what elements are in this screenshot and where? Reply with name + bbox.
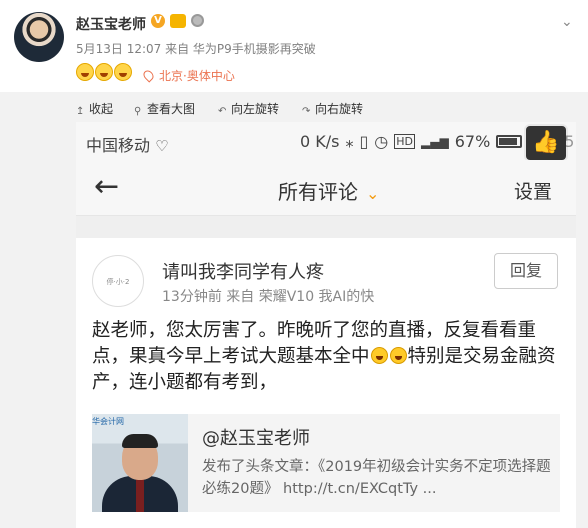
phone-status-bar: 中国移动 ♡ 0 K/s ⁎ ▯ ◷ HD ▂▄▆ 67% 12:15 👍 [76,122,576,162]
author-avatar[interactable] [14,12,64,62]
rotate-left-label: 向左旋转 [231,102,280,116]
medal-icon[interactable] [191,14,204,27]
network-speed: 0 K/s [300,132,340,151]
chevron-down-icon[interactable]: ⌄ [561,14,573,30]
signal-icon: ▂▄▆ [421,134,449,149]
comment-card: 停·小·2 请叫我李同学有人疼 13分钟前 来自 荣耀V10 我AI的快 回复 … [76,238,576,528]
rotate-right-icon: ↷ [302,106,311,117]
battery-icon [496,135,523,148]
carrier: 中国移动 ♡ [86,132,169,156]
battery-percent: 67% [454,132,491,151]
article-thumbnail: 华会计网 [92,414,188,512]
vibrate-icon: ▯ [359,132,369,151]
vip-crown-icon[interactable] [170,14,186,28]
view-large-label: 查看大图 [147,102,196,116]
location-label: 北京·奥体中心 [159,69,235,83]
post-meta: 5月13日 12:07 来自 华为P9手机摄影再突破 [76,42,316,56]
portrait-tie [136,478,144,512]
verified-icon: V [151,14,165,28]
location-pin-icon [141,68,156,83]
commenter-name[interactable]: 请叫我李同学有人疼 [162,258,324,284]
alarm-icon: ◷ [374,132,389,151]
bluetooth-icon: ⁎ [345,132,354,151]
app-bar: ← 所有评论 ⌄ 设置 [76,160,576,216]
comment-meta: 13分钟前 来自 荣耀V10 我AI的快 [162,289,375,305]
heart-icon: ♡ [155,137,169,155]
quoted-description[interactable]: 发布了头条文章：《2019年初级会计实务不定项选择题必练20题》 http://… [202,456,554,500]
comments-filter-label: 所有评论 [278,180,358,204]
comment-text: 赵老师，您太厉害了。昨晚听了您的直播，反复看看重点，果真今早上考试大题基本全中特… [92,318,562,396]
rotate-left-icon: ↶ [218,106,227,117]
rotate-right-label: 向右旋转 [315,102,364,116]
chevron-down-icon: ⌄ [366,184,380,203]
collapse-label: 收起 [89,102,114,116]
collapse-icon: ↥ [76,106,85,117]
grin-emoji-icon [95,63,113,81]
comments-filter[interactable]: 所有评论 ⌄ [278,176,379,205]
quoted-author[interactable]: @赵玉宝老师 [202,424,310,450]
thumbnail-logo-text: 华会计网 [92,417,124,426]
emoji-row [76,63,132,81]
reply-button[interactable]: 回复 [494,253,558,289]
author-name[interactable]: 赵玉宝老师 [76,14,146,34]
commenter-avatar[interactable]: 停·小·2 [92,255,144,307]
portrait-hair [122,434,158,448]
grin-emoji-icon [114,63,132,81]
hd-icon: HD [394,134,416,149]
laugh-emoji-icon [389,347,407,364]
quoted-article-card[interactable]: 华会计网 @赵玉宝老师 发布了头条文章：《2019年初级会计实务不定项选择题必练… [92,414,560,512]
grin-emoji-icon [76,63,94,81]
collapse-button[interactable]: ↥ 收起 [76,100,113,117]
attached-screenshot[interactable]: 中国移动 ♡ 0 K/s ⁎ ▯ ◷ HD ▂▄▆ 67% 12:15 👍 ← … [76,122,576,528]
settings-button[interactable]: 设置 [514,177,552,204]
divider [76,216,576,238]
thumbs-up-icon[interactable]: 👍 [526,126,566,160]
image-toolbar: ↥ 收起 ⚲ 查看大图 ↶ 向左旋转 ↷ 向右旋转 [0,92,588,122]
rotate-left-button[interactable]: ↶ 向左旋转 [218,100,279,117]
weibo-post-header: 赵玉宝老师 V ⌄ 5月13日 12:07 来自 华为P9手机摄影再突破 北京·… [0,0,588,92]
rotate-right-button[interactable]: ↷ 向右旋转 [302,100,363,117]
back-arrow-icon[interactable]: ← [94,172,119,202]
laugh-emoji-icon [370,347,388,364]
location-link[interactable]: 北京·奥体中心 [141,67,235,84]
view-large-button[interactable]: ⚲ 查看大图 [134,100,195,117]
carrier-label: 中国移动 [86,136,151,155]
magnifier-icon: ⚲ [134,106,142,117]
